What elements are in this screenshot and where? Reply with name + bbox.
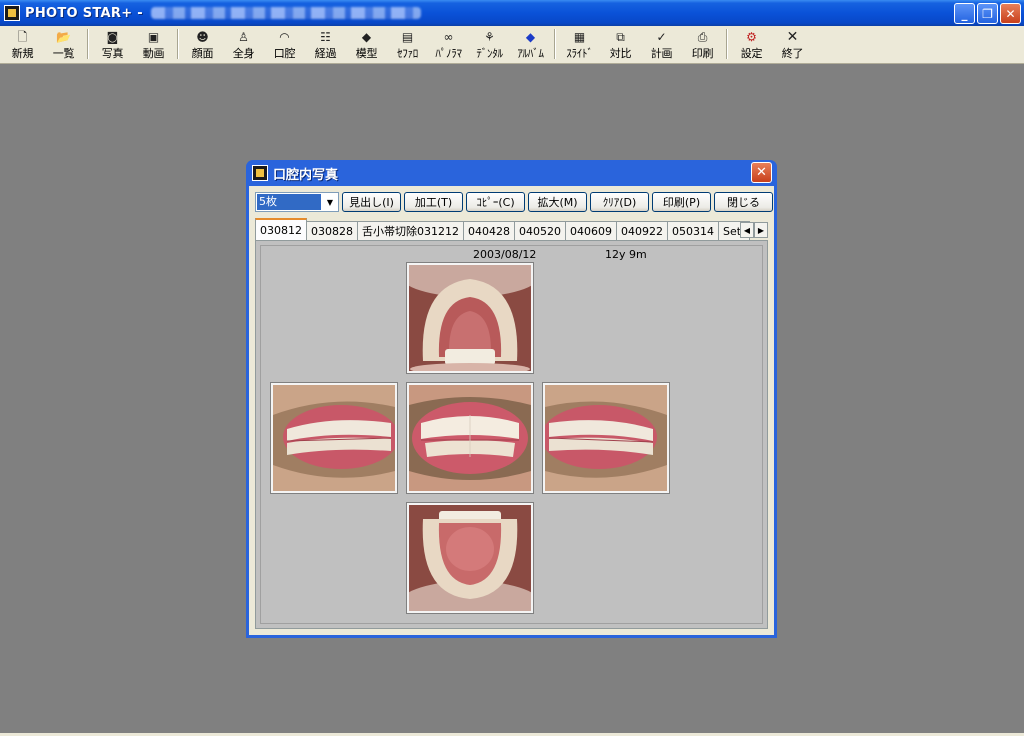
date-tabs: 030812 030828 舌小帯切除031212 040428 040520 … [255,218,768,240]
left-buccal-image [545,385,667,491]
face-icon: ☻ [196,29,209,44]
new-document-icon: 🗋 [17,29,28,44]
tab-030812[interactable]: 030812 [255,218,307,240]
progress-grid-icon: ☷ [320,29,331,44]
photo-count-select[interactable]: 5枚 ▼ [255,192,339,212]
toolbar-cephalo-button[interactable]: ▤ ｾﾌｧﾛ [387,26,428,62]
dialog-body: 5枚 ▼ 見出し(I) 加工(T) ｺﾋﾟｰ(C) 拡大(M) ｸﾘｱ(D) 印… [249,186,774,635]
open-folder-icon: 📂 [56,29,71,44]
photo-frontal[interactable] [407,383,533,493]
video-camera-icon: ▣ [147,29,160,44]
camera-icon: ◙ [106,29,119,44]
compare-icon: ⧉ [616,29,625,44]
toolbar-separator [726,29,728,59]
toolbar-separator [177,29,179,59]
photo-left-buccal[interactable] [543,383,669,493]
slide-projector-icon: ▦ [573,29,586,44]
photo-lower-occlusal[interactable] [407,503,533,613]
dialog-app-icon [252,165,268,181]
toolbar-photo-button[interactable]: ◙ 写真 [92,26,133,62]
copy-button[interactable]: ｺﾋﾟｰ(C) [466,192,525,212]
toolbar-oral-button[interactable]: ◠ 口腔 [264,26,305,62]
toolbar-list-button[interactable]: 📂 一覧 [43,26,84,62]
toolbar-new-button[interactable]: 🗋 新規 [2,26,43,62]
dialog-title: 口腔内写真 [273,167,339,183]
window-title: PHOTO STAR+ - [25,5,143,21]
walking-person-icon: ♙ [238,29,249,44]
toolbar-face-button[interactable]: ☻ 顔面 [182,26,223,62]
tab-040428[interactable]: 040428 [463,221,515,240]
edit-button[interactable]: 加工(T) [404,192,463,212]
upper-arch-image [409,265,531,371]
cephalo-icon: ▤ [401,29,414,44]
toolbar-model-button[interactable]: ◆ 模型 [346,26,387,62]
heading-button[interactable]: 見出し(I) [342,192,401,212]
tab-040922[interactable]: 040922 [616,221,668,240]
dialog-close-button[interactable]: ✕ [751,162,772,183]
tab-scroll-left-icon[interactable]: ◀ [740,222,754,238]
binoculars-icon: ∞ [443,29,454,44]
toolbar-settings-button[interactable]: ⚙ 設定 [731,26,772,62]
toolbar-compare-button[interactable]: ⧉ 対比 [600,26,641,62]
dialog-control-row: 5枚 ▼ 見出し(I) 加工(T) ｺﾋﾟｰ(C) 拡大(M) ｸﾘｱ(D) 印… [255,191,773,213]
close-dialog-button[interactable]: 閉じる [714,192,773,212]
photo-date: 2003/08/12 [473,248,537,261]
photo-count-value: 5枚 [257,194,321,210]
tab-scroll-right-icon[interactable]: ▶ [754,222,768,238]
printer-icon: ⎙ [697,29,708,44]
dental-tree-icon: ⚘ [484,29,495,44]
tab-frenectomy-031212[interactable]: 舌小帯切除031212 [357,221,464,240]
minimize-button[interactable]: _ [954,3,975,24]
dialog-title-bar[interactable]: 口腔内写真 ✕ [249,160,774,186]
oral-photo-dialog: 口腔内写真 ✕ 5枚 ▼ 見出し(I) 加工(T) ｺﾋﾟｰ(C) 拡大(M) … [246,160,777,638]
toolbar-slide-button[interactable]: ▦ ｽﾗｲﾄﾞ [559,26,600,62]
zoom-button[interactable]: 拡大(M) [528,192,587,212]
print-button[interactable]: 印刷(P) [652,192,711,212]
right-buccal-image [273,385,395,491]
settings-icon: ⚙ [746,29,757,44]
toolbar-progress-button[interactable]: ☷ 経過 [305,26,346,62]
toolbar-body-button[interactable]: ♙ 全身 [223,26,264,62]
tab-050314[interactable]: 050314 [667,221,719,240]
toolbar-print-button[interactable]: ⎙ 印刷 [682,26,723,62]
photo-upper-occlusal[interactable] [407,263,533,373]
clear-button[interactable]: ｸﾘｱ(D) [590,192,649,212]
main-title-bar[interactable]: PHOTO STAR+ - _ ❐ ✕ [0,0,1024,26]
toolbar-album-button[interactable]: ◆ ｱﾙﾊﾞﾑ [510,26,551,62]
photo-layout: 2003/08/12 12y 9m [260,245,763,624]
frontal-image [409,385,531,491]
toolbar-panorama-button[interactable]: ∞ ﾊﾟﾉﾗﾏ [428,26,469,62]
toolbar-video-button[interactable]: ▣ 動画 [133,26,174,62]
app-icon[interactable] [4,5,20,21]
toolbar-exit-button[interactable]: ✕ 終了 [772,26,813,62]
toolbar-dental-button[interactable]: ⚘ ﾃﾞﾝﾀﾙ [469,26,510,62]
tab-030828[interactable]: 030828 [306,221,358,240]
main-toolbar: 🗋 新規 📂 一覧 ◙ 写真 ▣ 動画 ☻ 顔面 ♙ 全身 ◠ 口腔 ☷ 経過 ◆ 模型 ▤ ｾﾌｧ… [0,26,1024,64]
album-icon: ◆ [525,29,536,44]
photo-right-buccal[interactable] [271,383,397,493]
photo-panel: 2003/08/12 12y 9m [255,240,768,629]
blurred-patient-name [150,7,421,19]
toolbar-plan-button[interactable]: ✓ 計画 [641,26,682,62]
tab-040609[interactable]: 040609 [565,221,617,240]
toolbar-separator [554,29,556,59]
tab-040520[interactable]: 040520 [514,221,566,240]
plan-check-icon: ✓ [656,29,667,44]
lower-arch-image [409,505,531,611]
patient-age: 12y 9m [605,248,647,261]
mouth-icon: ◠ [279,29,290,44]
restore-button[interactable]: ❐ [977,3,998,24]
toolbar-separator [87,29,89,59]
tab-scroll-buttons: ◀ ▶ [740,222,768,238]
chevron-down-icon[interactable]: ▼ [322,193,338,211]
close-button[interactable]: ✕ [1000,3,1021,24]
model-icon: ◆ [361,29,372,44]
exit-x-icon: ✕ [786,28,799,45]
